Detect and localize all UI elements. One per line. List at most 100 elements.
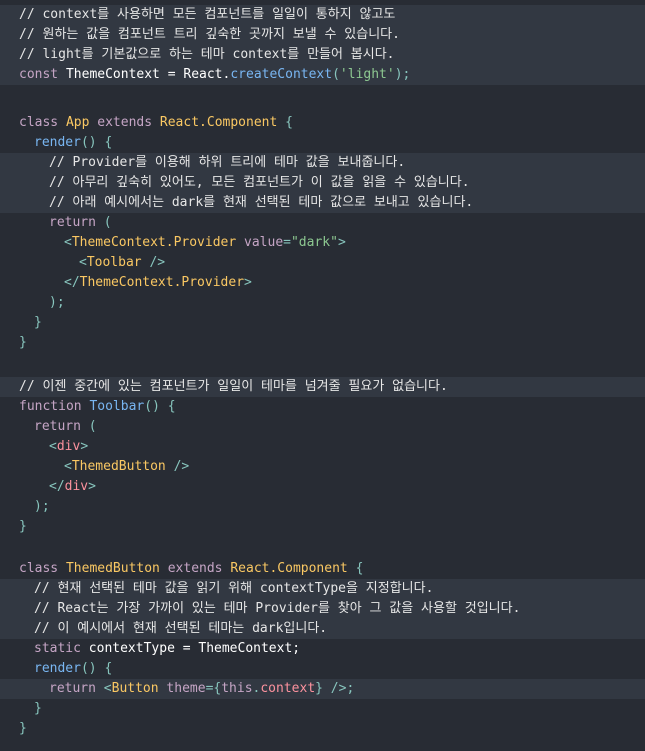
code-token-func: createContext (230, 67, 333, 82)
code-token-comment: // 원하는 값을 컴포넌트 트리 깊숙한 곳까지 보낼 수 있습니다. (19, 27, 400, 42)
code-line: // 현재 선택된 테마 값을 읽기 위해 contextType을 지정합니다… (0, 579, 645, 599)
code-token-keyword: class (19, 561, 66, 576)
code-token-punct: > (80, 439, 89, 454)
code-token-plain: ThemeContext = React. (65, 67, 231, 82)
code-token-func: render (34, 661, 81, 676)
code-token-class: React.Component (230, 561, 356, 576)
code-token-keyword: static (34, 641, 89, 656)
code-line: render() { (0, 133, 645, 153)
code-token-class: React.Component (159, 115, 286, 130)
code-line: } (0, 313, 645, 333)
code-line: function Toolbar() { (0, 397, 645, 417)
code-token-punct: ); (49, 295, 65, 310)
code-token-func: render (34, 135, 81, 150)
code-token-class: ThemeContext.Provider (79, 275, 245, 290)
code-token-comment: // context를 사용하면 모든 컴포넌트를 일일이 통하지 않고도 (19, 7, 396, 22)
code-token-punct: = (283, 235, 291, 250)
code-token-punct: () { (80, 135, 113, 150)
code-line: <ThemedButton /> (0, 457, 645, 477)
code-token-punct: ); (394, 67, 411, 82)
code-token-keyword: return (49, 215, 104, 230)
code-token-comment: // 아래 예시에서는 dark를 현재 선택된 테마 값으로 보내고 있습니다… (49, 195, 474, 210)
code-line: render() { (0, 659, 645, 679)
code-line: // context를 사용하면 모든 컴포넌트를 일일이 통하지 않고도 (0, 5, 645, 25)
code-token-class: App (65, 115, 98, 130)
code-token-punct: < (49, 439, 57, 454)
code-token-keyword: const (19, 67, 66, 82)
code-token-punct: } (19, 721, 27, 736)
code-token-punct: { (355, 561, 364, 576)
code-token-class: Toolbar (86, 255, 150, 270)
code-token-comment: // React는 가장 가까이 있는 테마 Provider를 찾아 그 값을… (34, 601, 521, 616)
code-token-punct: () { (80, 661, 113, 676)
code-token-punct: } />; (315, 681, 355, 696)
code-token-punct: } (19, 335, 27, 350)
code-token-punct: /> (149, 255, 166, 270)
code-line: <ThemeContext.Provider value="dark"> (0, 233, 645, 253)
code-line: // light를 기본값으로 하는 테마 context를 만들어 봅시다. (0, 45, 645, 65)
code-token-punct: </ (64, 275, 80, 290)
code-line: } (0, 517, 645, 537)
code-token-punct: ); (34, 499, 50, 514)
code-token-class: ThemedButton (65, 561, 168, 576)
code-line: </ThemeContext.Provider> (0, 273, 645, 293)
code-line: // React는 가장 가까이 있는 테마 Provider를 찾아 그 값을… (0, 599, 645, 619)
code-line: class ThemedButton extends React.Compone… (0, 559, 645, 579)
code-line: } (0, 719, 645, 739)
code-line: </div> (0, 477, 645, 497)
code-token-punct: /> (173, 459, 190, 474)
code-line: } (0, 333, 645, 353)
code-token-keyword: extends (97, 115, 160, 130)
code-token-comment: // 현재 선택된 테마 값을 읽기 위해 contextType을 지정합니다… (34, 581, 434, 596)
code-token-punct: ={ (205, 681, 222, 696)
code-line: class App extends React.Component { (0, 113, 645, 133)
code-token-comment: // 이 예시에서 현재 선택된 테마는 dark입니다. (34, 621, 328, 636)
code-token-punct: </ (49, 479, 65, 494)
code-token-comment: // 아무리 깊숙히 있어도, 모든 컴포넌트가 이 값을 읽을 수 있습니다. (49, 175, 470, 190)
code-token-tag: div (56, 439, 81, 454)
code-line: return ( (0, 417, 645, 437)
code-token-punct: < (64, 459, 72, 474)
code-token-punct: () { (144, 399, 176, 414)
code-token-attr: value (244, 235, 284, 250)
code-token-keyword: this (221, 681, 253, 696)
code-token-punct: ( (88, 419, 97, 434)
code-line: // 아무리 깊숙히 있어도, 모든 컴포넌트가 이 값을 읽을 수 있습니다. (0, 173, 645, 193)
code-token-keyword: function (19, 399, 90, 414)
code-token-punct: ( (103, 215, 112, 230)
code-token-class: ThemedButton (71, 459, 174, 474)
code-token-comment: // light를 기본값으로 하는 테마 context를 만들어 봅시다. (19, 47, 395, 62)
code-token-class: ThemeContext.Provider (71, 235, 245, 250)
code-token-keyword: return (49, 681, 104, 696)
code-line: return ( (0, 213, 645, 233)
code-token-punct: } (34, 701, 42, 716)
code-line: const ThemeContext = React.createContext… (0, 65, 645, 85)
code-line: // 아래 예시에서는 dark를 현재 선택된 테마 값으로 보내고 있습니다… (0, 193, 645, 213)
code-token-punct: } (34, 315, 42, 330)
code-token-punct: < (79, 255, 87, 270)
code-line: // 이 예시에서 현재 선택된 테마는 dark입니다. (0, 619, 645, 639)
code-line: // 이젠 중간에 있는 컴포넌트가 일일이 테마를 넘겨줄 필요가 없습니다. (0, 377, 645, 397)
code-line: ); (0, 497, 645, 517)
code-token-keyword: return (34, 419, 89, 434)
code-token-punct: < (64, 235, 72, 250)
code-line: static contextType = ThemeContext; (0, 639, 645, 659)
code-token-func: Toolbar (89, 399, 145, 414)
code-token-string: 'light' (339, 67, 395, 82)
code-token-punct: ( (332, 67, 340, 82)
code-block: // context를 사용하면 모든 컴포넌트를 일일이 통하지 않고도 // … (0, 5, 645, 739)
code-token-plain: contextType = ThemeContext; (88, 641, 301, 656)
code-token-string: "dark" (290, 235, 338, 250)
code-token-attr: theme (166, 681, 206, 696)
code-token-comment: // Provider를 이용해 하위 트리에 테마 값을 보내줍니다. (49, 155, 406, 170)
code-token-tag: div (64, 479, 89, 494)
code-token-punct: > (88, 479, 96, 494)
code-line: } (0, 699, 645, 719)
code-token-punct: < (103, 681, 112, 696)
code-line: return <Button theme={this.context} />; (0, 679, 645, 699)
code-token-comment: // 이젠 중간에 있는 컴포넌트가 일일이 테마를 넘겨줄 필요가 없습니다. (19, 379, 448, 394)
code-token-punct: } (19, 519, 27, 534)
